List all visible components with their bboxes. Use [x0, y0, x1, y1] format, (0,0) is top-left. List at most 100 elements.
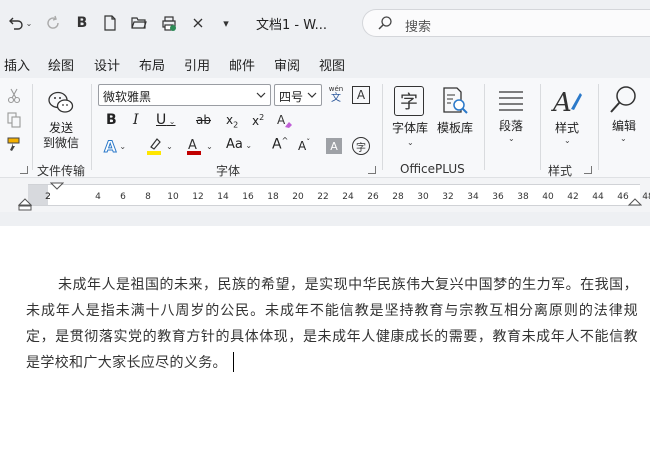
- editing-button[interactable]: [606, 84, 640, 118]
- format-painter-button[interactable]: [4, 134, 24, 154]
- strikethrough-button[interactable]: ab: [196, 113, 211, 127]
- align-lines-icon: [499, 91, 523, 111]
- close-quick-button[interactable]: [188, 12, 208, 34]
- enclose-characters-button[interactable]: 字: [352, 137, 370, 155]
- clear-formatting-button[interactable]: A: [275, 111, 295, 131]
- font-size-combo[interactable]: 四号: [274, 84, 322, 106]
- hanging-indent-marker-icon[interactable]: [18, 198, 32, 211]
- ruler-tick: 34: [467, 192, 479, 202]
- grow-font-glyph: A: [272, 136, 282, 153]
- tab-references[interactable]: 引用: [184, 55, 210, 74]
- horizontal-ruler[interactable]: 2 2 4 6 8 10 12 14 16 18 20 22 24 26 28 …: [0, 178, 650, 212]
- tab-draw[interactable]: 绘图: [48, 55, 74, 74]
- svg-text:A: A: [551, 88, 572, 117]
- undo-button[interactable]: ⌄: [6, 12, 34, 34]
- chevron-down-icon[interactable]: [256, 88, 266, 102]
- printer-icon: [162, 16, 176, 31]
- ribbon: 发送 到微信 文件传输 微软雅黑 四号 wén 文 A B I U ⌄ ab x…: [0, 78, 650, 178]
- search-icon: [378, 16, 392, 30]
- ruler-tick: 2: [45, 192, 51, 202]
- styles-button[interactable]: A: [550, 86, 584, 118]
- group-officeplus: OfficePLUS: [400, 162, 465, 176]
- chevron-down-icon[interactable]: ⌄: [243, 141, 252, 150]
- open-button[interactable]: [128, 12, 150, 34]
- shrink-font-button[interactable]: Aˇ: [298, 138, 310, 153]
- grow-font-button[interactable]: A^: [272, 136, 288, 153]
- chevron-down-icon[interactable]: ⌄: [166, 142, 173, 151]
- character-shading-button[interactable]: A: [326, 138, 342, 154]
- tab-review[interactable]: 审阅: [274, 55, 300, 74]
- chevron-down-icon[interactable]: ⌄: [166, 117, 176, 126]
- tab-view[interactable]: 视图: [319, 55, 345, 74]
- separator: [32, 84, 33, 170]
- subscript-button[interactable]: x2: [226, 113, 238, 129]
- font-name-combo[interactable]: 微软雅黑: [98, 84, 271, 106]
- title-bar: ⌄ B ▾ 文档1 - W... 搜索: [0, 0, 650, 46]
- clipboard-launcher-icon[interactable]: [20, 166, 28, 174]
- font-name-value: 微软雅黑: [103, 90, 152, 104]
- document-body[interactable]: 未成年人是祖国的未来，民族的希望，是实现中华民族伟大复兴中国梦的生力军。在我国，…: [26, 272, 638, 376]
- print-preview-button[interactable]: [158, 12, 180, 34]
- folder-icon: [131, 17, 147, 29]
- tab-design[interactable]: 设计: [94, 55, 120, 74]
- underline-glyph: U: [156, 112, 167, 128]
- chevron-down-icon[interactable]: ⌄: [206, 142, 213, 151]
- ruler-tick: 8: [145, 192, 151, 202]
- chevron-down-icon[interactable]: ⌄: [564, 136, 571, 145]
- separator: [91, 84, 92, 170]
- wechat-icon: [48, 91, 74, 113]
- cut-button[interactable]: [4, 86, 24, 106]
- first-line-indent-marker-icon[interactable]: [50, 182, 64, 190]
- text-cursor: [232, 352, 234, 372]
- font-library-button[interactable]: 字: [394, 86, 424, 116]
- document-page[interactable]: 未成年人是祖国的未来，民族的希望，是实现中华民族伟大复兴中国梦的生力军。在我国，…: [0, 226, 650, 472]
- undo-dropdown-icon[interactable]: ⌄: [26, 19, 33, 28]
- ruler-tick: 44: [592, 192, 604, 202]
- ruler-tick: 16: [242, 192, 254, 202]
- underline-button[interactable]: U ⌄: [156, 112, 176, 128]
- send-to-wechat-button[interactable]: [46, 88, 76, 118]
- right-indent-marker-icon[interactable]: [628, 198, 642, 206]
- superscript-button[interactable]: x2: [252, 113, 264, 128]
- bold-quick-button[interactable]: B: [72, 12, 92, 34]
- svg-text:A: A: [277, 113, 286, 127]
- styles-icon: A: [551, 88, 582, 117]
- font-color-button[interactable]: A ⌄: [182, 136, 216, 156]
- styles-launcher-icon[interactable]: [584, 166, 592, 174]
- change-case-button[interactable]: Aa ⌄: [226, 137, 252, 152]
- redo-icon: [47, 15, 59, 29]
- font-launcher-icon[interactable]: [368, 166, 376, 174]
- bold-button[interactable]: B: [106, 112, 117, 128]
- body-paragraph[interactable]: 未成年人是祖国的未来，民族的希望，是实现中华民族伟大复兴中国梦的生力军。在我国，…: [26, 272, 638, 376]
- ruler-tick: 10: [167, 192, 179, 202]
- subscript-2: 2: [233, 120, 239, 130]
- highlight-color-button[interactable]: ⌄: [142, 136, 176, 156]
- chevron-down-icon[interactable]: ⌄: [407, 138, 414, 147]
- copy-button[interactable]: [4, 110, 24, 130]
- ruler-tick: 14: [217, 192, 229, 202]
- chevron-down-icon[interactable]: ⌄: [508, 134, 515, 143]
- page-background: [0, 212, 650, 226]
- italic-button[interactable]: I: [133, 112, 139, 128]
- chevron-down-icon[interactable]: ⌄: [620, 134, 627, 143]
- tab-layout[interactable]: 布局: [139, 55, 165, 74]
- character-border-button[interactable]: A: [352, 86, 370, 104]
- separator: [598, 84, 599, 170]
- chevron-down-icon[interactable]: ⌄: [119, 142, 126, 151]
- new-file-icon: [104, 15, 116, 31]
- chevron-down-icon[interactable]: [307, 88, 317, 102]
- search-box[interactable]: 搜索: [362, 9, 650, 37]
- ruler-strip[interactable]: 2 2 4 6 8 10 12 14 16 18 20 22 24 26 28 …: [28, 184, 650, 206]
- ruler-tick: 20: [292, 192, 304, 202]
- text-effects-button[interactable]: A ⌄: [100, 136, 130, 156]
- template-library-button[interactable]: [440, 86, 470, 116]
- customize-quick-access-button[interactable]: ▾: [216, 12, 236, 34]
- svg-text:A: A: [188, 138, 197, 153]
- paragraph-button[interactable]: [496, 88, 526, 114]
- ruler-tick: 6: [120, 192, 126, 202]
- new-document-button[interactable]: [100, 12, 120, 34]
- phonetic-guide-button[interactable]: wén 文: [324, 83, 348, 107]
- tab-mailings[interactable]: 邮件: [229, 55, 255, 74]
- tab-insert[interactable]: 插入: [4, 55, 30, 74]
- redo-button[interactable]: [42, 12, 64, 34]
